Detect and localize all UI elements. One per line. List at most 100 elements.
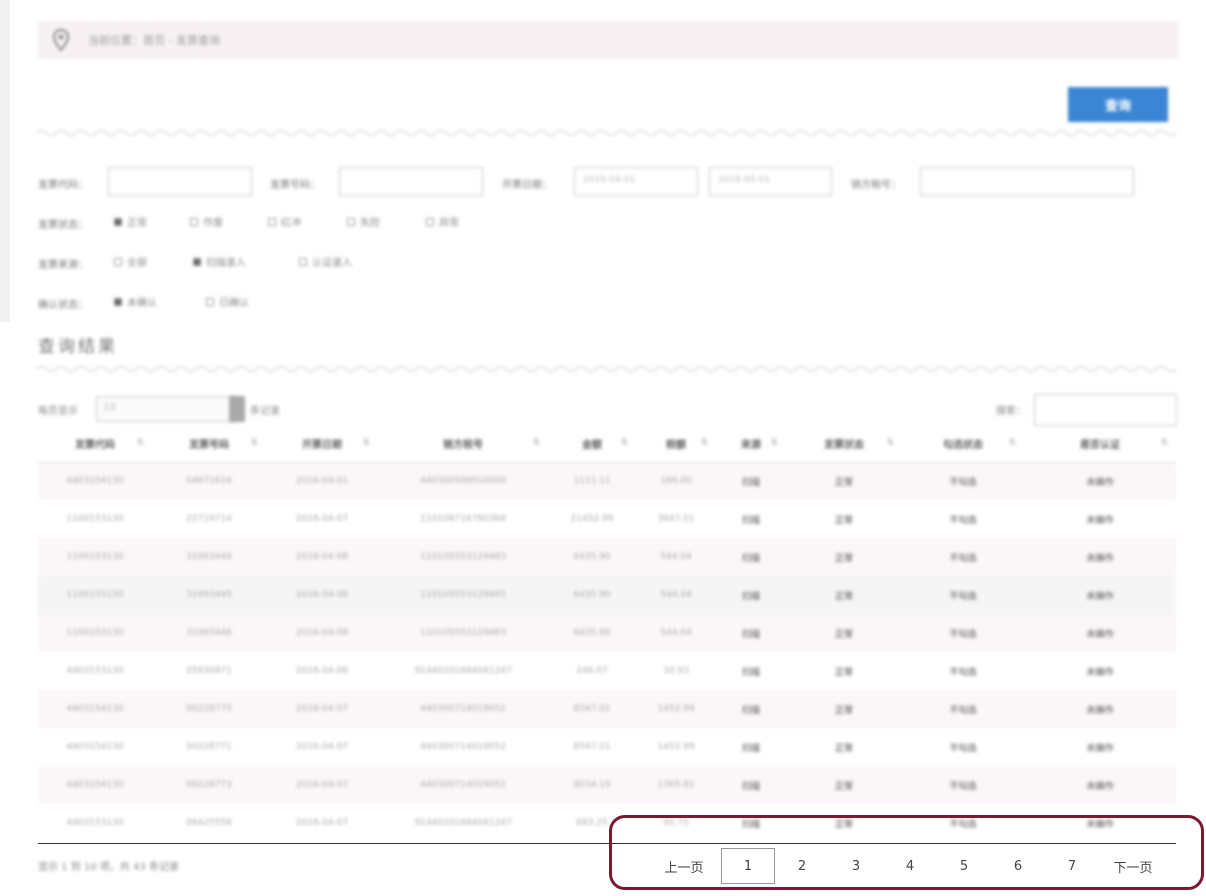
column-header[interactable]: 发票状态 ⇅ — [786, 426, 902, 463]
date-to-input[interactable]: 2016-05-01 — [709, 167, 832, 196]
table-cell: 2016-04-08 — [266, 652, 378, 690]
source-option-label: 扫描录入 — [206, 258, 246, 269]
page-2-button[interactable]: 2 — [775, 848, 829, 884]
table-cell: 未操作 — [1024, 766, 1176, 804]
per-page-select[interactable]: 10 — [96, 396, 236, 422]
column-header[interactable]: 来源 ⇅ — [716, 426, 786, 463]
status-option-label: 失控 — [360, 218, 380, 229]
column-header[interactable]: 是否认证 ⇅ — [1024, 426, 1176, 463]
breadcrumb: 当前位置：首页 - 发票查询 — [38, 21, 1179, 59]
table-cell: 2016-04-07 — [266, 766, 378, 804]
table-cell: 未操作 — [1024, 462, 1176, 500]
table-cell: 1100153130 — [38, 576, 152, 614]
source-option-label: 全部 — [127, 258, 147, 269]
table-cell: 166.00 — [636, 462, 716, 500]
table-cell: 2016-04-08 — [266, 538, 378, 576]
seller-tax-label: 销方税号： — [851, 180, 901, 191]
column-header[interactable]: 发票号码 ⇅ — [152, 426, 266, 463]
table-cell: 扫描 — [716, 804, 786, 842]
table-cell: 31993444 — [152, 538, 266, 576]
status-option-abnormal[interactable]: 异常 — [426, 214, 459, 229]
table-cell: 未操作 — [1024, 576, 1176, 614]
table-cell: 110105553129483 — [378, 538, 548, 576]
table-cell: 00228773 — [152, 766, 266, 804]
column-header[interactable]: 税额 ⇅ — [636, 426, 716, 463]
column-header[interactable]: 金额 ⇅ — [548, 426, 636, 463]
table-row[interactable]: 4403154130 00228771 2016-04-07 440300714019… — [38, 728, 1176, 766]
status-option-label: 正常 — [127, 218, 147, 229]
column-header[interactable]: 销方税号 ⇅ — [378, 426, 548, 463]
sort-icon: ⇅ — [136, 438, 144, 448]
table-cell: 不勾选 — [902, 728, 1024, 766]
divider-wave — [36, 130, 1177, 136]
seller-tax-input[interactable] — [920, 167, 1134, 196]
sort-icon: ⇅ — [1160, 438, 1168, 448]
table-cell: 正常 — [786, 804, 902, 842]
table-row[interactable]: 4403153130 05930971 2016-04-08 914401016840… — [38, 652, 1176, 690]
table-row[interactable]: 4403154130 00228773 2016-04-07 440300714019… — [38, 766, 1176, 804]
confirm-option-label: 未确认 — [127, 298, 157, 309]
source-option-all[interactable]: 全部 — [114, 254, 147, 269]
table-row[interactable]: 1100153130 22719714 2016-04-07 110108716780… — [38, 500, 1176, 538]
status-option-normal[interactable]: 正常 — [114, 214, 147, 229]
page-3-button[interactable]: 3 — [829, 848, 883, 884]
table-body: 4403154130 04671616 2016-04-01 440300599010… — [38, 462, 1176, 842]
next-page-button[interactable]: 下一页 — [1103, 848, 1163, 884]
spinner-icon[interactable] — [229, 396, 245, 422]
sort-icon: ⇅ — [362, 438, 370, 448]
status-option-label: 作废 — [203, 218, 223, 229]
table-cell: 未操作 — [1024, 538, 1176, 576]
table-cell: 1100153130 — [38, 500, 152, 538]
source-option-cert[interactable]: 认证录入 — [299, 254, 352, 269]
column-header-label: 金额 — [582, 440, 602, 452]
confirm-option-unconfirmed[interactable]: 未确认 — [114, 294, 157, 309]
page-7-button[interactable]: 7 — [1045, 848, 1099, 884]
table-cell: 91440101684041247 — [378, 804, 548, 842]
column-header[interactable]: 勾选状态 ⇅ — [902, 426, 1024, 463]
table-row[interactable]: 1100153130 31993446 2016-04-08 110105553129… — [38, 614, 1176, 652]
invoice-code-input[interactable] — [108, 167, 252, 196]
source-label: 发票来源： — [38, 260, 88, 271]
search-input[interactable] — [1034, 394, 1177, 426]
table-cell: 1100153130 — [38, 614, 152, 652]
status-option-red[interactable]: 红冲 — [268, 214, 301, 229]
table-cell: 不勾选 — [902, 652, 1024, 690]
status-option-label: 红冲 — [281, 218, 301, 229]
table-row[interactable]: 4403153130 06425556 2016-04-07 914401016840… — [38, 804, 1176, 842]
table-cell: 6435.90 — [548, 538, 636, 576]
table-cell: 30.93 — [636, 652, 716, 690]
table-cell: 扫描 — [716, 500, 786, 538]
left-edge-bar — [0, 0, 10, 322]
page-1-button[interactable]: 1 — [721, 848, 775, 884]
page-5-button[interactable]: 5 — [937, 848, 991, 884]
prev-page-button[interactable]: 上一页 — [655, 848, 713, 884]
table-cell: 未操作 — [1024, 690, 1176, 728]
query-button[interactable]: 查询 — [1068, 87, 1168, 122]
source-option-scan[interactable]: 扫描录入 — [193, 254, 246, 269]
table-cell: 246.07 — [548, 652, 636, 690]
page-6-button[interactable]: 6 — [991, 848, 1045, 884]
column-header-label: 开票日期 — [302, 440, 342, 452]
table-cell: 4403154130 — [38, 462, 152, 500]
table-cell: 2016-04-07 — [266, 728, 378, 766]
table-row[interactable]: 4403154130 00228775 2016-04-07 440300714019… — [38, 690, 1176, 728]
per-page-label: 每页显示 — [38, 406, 78, 417]
table-cell: 不勾选 — [902, 614, 1024, 652]
table-row[interactable]: 1100153130 31993445 2016-04-08 110105553129… — [38, 576, 1176, 614]
table-cell: 31993445 — [152, 576, 266, 614]
sort-icon: ⇅ — [1008, 438, 1016, 448]
status-label: 发票状态： — [38, 220, 88, 231]
invoice-no-input[interactable] — [339, 167, 483, 196]
page-4-button[interactable]: 4 — [883, 848, 937, 884]
search-label: 搜索： — [996, 406, 1026, 417]
confirm-option-confirmed[interactable]: 已确认 — [206, 294, 249, 309]
table-header-row: 发票代码 ⇅ 发票号码 ⇅ 开票日期 ⇅ 销方税号 ⇅ 金额 ⇅ 税额 ⇅ 来源 ⇅ 发票状态… — [38, 426, 1176, 463]
status-option-void[interactable]: 作废 — [190, 214, 223, 229]
table-cell: 6435.90 — [548, 576, 636, 614]
column-header[interactable]: 发票代码 ⇅ — [38, 426, 152, 463]
column-header[interactable]: 开票日期 ⇅ — [266, 426, 378, 463]
table-row[interactable]: 4403154130 04671616 2016-04-01 440300599010… — [38, 462, 1176, 500]
date-from-input[interactable]: 2016-04-01 — [574, 167, 698, 196]
status-option-lost[interactable]: 失控 — [347, 214, 380, 229]
table-row[interactable]: 1100153130 31993444 2016-04-08 110105553129… — [38, 538, 1176, 576]
